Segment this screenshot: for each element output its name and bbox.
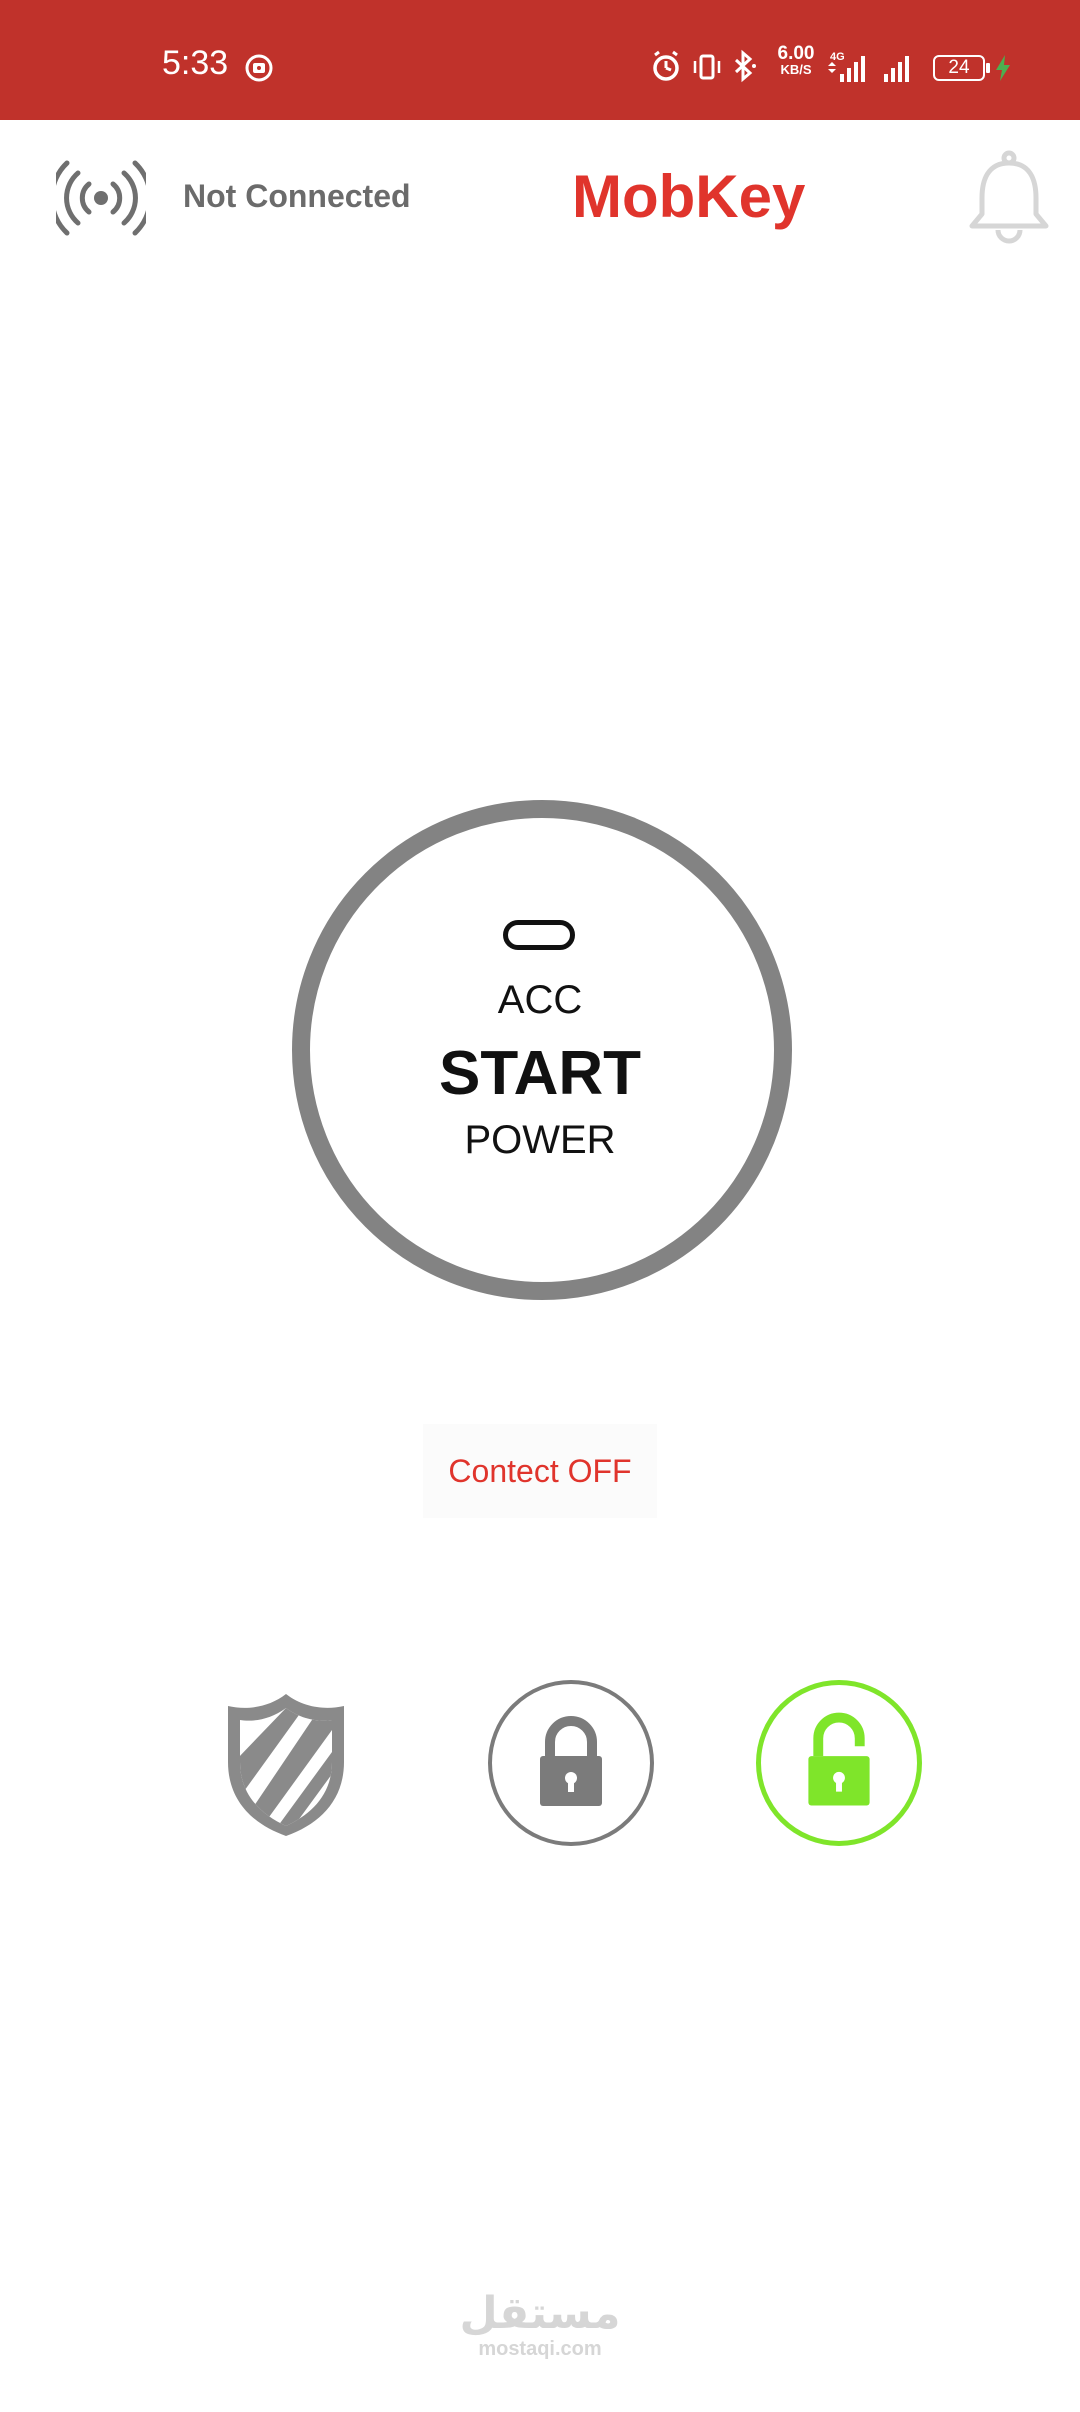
lock-button[interactable] [488, 1680, 654, 1846]
app-header: Not Connected MobKey [0, 120, 1080, 280]
bluetooth-icon [734, 49, 756, 83]
net-speed-unit: KB/S [780, 62, 812, 77]
watermark-latin: mostaqi.com [478, 2338, 602, 2361]
battery-level: 24 [948, 57, 970, 78]
network-type: 4G [830, 51, 845, 63]
bell-icon[interactable] [964, 150, 1054, 246]
key-slot-icon [503, 920, 575, 950]
battery-tip [986, 63, 990, 73]
shield-icon[interactable] [224, 1690, 348, 1836]
charging-icon [996, 55, 1010, 81]
app-title: MobKey [572, 163, 806, 230]
start-label: START [438, 1039, 642, 1108]
connection-status: Not Connected [183, 178, 411, 214]
lock-icon [540, 1716, 602, 1806]
net-speed-indicator: 6.00 KB/S [774, 44, 818, 76]
contact-off-button[interactable]: Contect OFF [423, 1424, 657, 1518]
battery-icon: 24 [933, 55, 985, 81]
broadcast-icon[interactable] [56, 160, 146, 236]
status-time: 5:33 [162, 44, 229, 82]
power-label: POWER [464, 1118, 616, 1162]
unlock-button[interactable] [756, 1680, 922, 1846]
watermark-arabic: مستقل [459, 2289, 621, 2338]
status-icons-group [653, 49, 756, 83]
app-screen: 5:33 6.00 KB/S 4G 24 Not Connected MobKe… [0, 0, 1080, 2412]
acc-label: ACC [497, 978, 583, 1022]
net-speed-value: 6.00 [777, 43, 815, 64]
watermark: مستقل mostaqi.com [440, 2289, 640, 2361]
signal-icons: 4G [828, 51, 909, 82]
notification-icon [245, 54, 273, 82]
signal-icon [884, 56, 909, 82]
unlock-icon [808, 1712, 870, 1806]
alarm-icon [653, 50, 679, 81]
status-bar: 5:33 6.00 KB/S 4G 24 [0, 0, 1080, 120]
vibrate-icon [693, 54, 721, 80]
